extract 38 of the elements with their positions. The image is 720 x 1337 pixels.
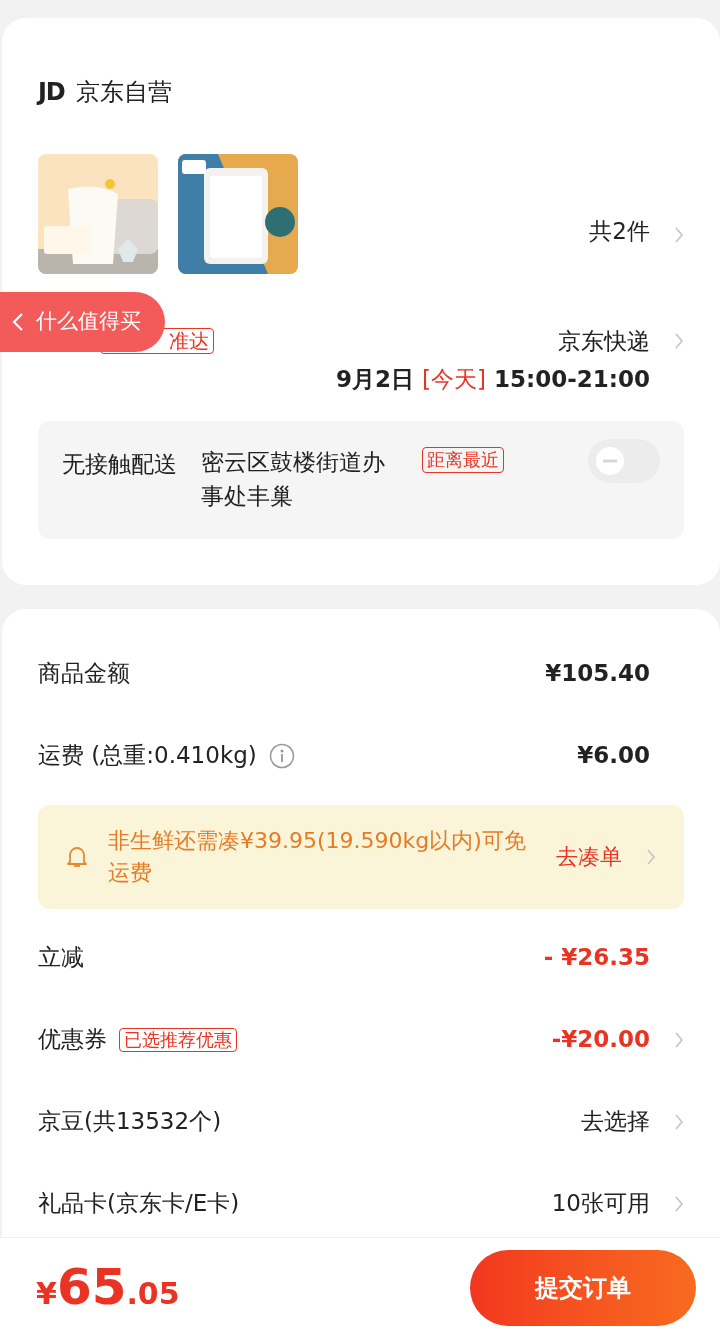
pickup-station: 密云区鼓楼街道办事处丰巢 [201,447,386,511]
chevron-right-icon [674,332,684,350]
row-value[interactable]: -¥20.00 [551,1022,650,1057]
row-label: 礼品卡(京东卡/E卡) [38,1189,240,1219]
coupon-tag: 已选推荐优惠 [119,1027,237,1052]
chevron-right-icon [646,847,656,866]
bell-icon [66,844,88,869]
row-value: ¥6.00 [577,741,650,771]
row-label: 优惠券 [38,1025,107,1055]
currency-symbol: ¥ [36,1276,57,1313]
chevron-right-icon [674,1194,684,1213]
info-icon[interactable] [268,742,295,769]
contactless-label: 无接触配送 [62,449,177,479]
notice-text: 非生鲜还需凑¥39.95(19.590kg以内)可免运费 [108,826,527,887]
total-decimal: .05 [126,1275,180,1313]
chevron-right-icon [674,1112,684,1131]
row-value[interactable]: 10张可用 [551,1186,650,1221]
add-items-link[interactable]: 去凑单 [556,840,622,873]
row-value: - ¥26.35 [543,943,650,973]
toggle-switch[interactable] [588,438,660,483]
switch-knob [594,444,626,477]
nearest-tag: 距离最近 [422,446,504,473]
row-label: 商品金额 [38,659,130,689]
chevron-right-icon [674,226,684,244]
today-label: [今天] [422,365,487,394]
delivery-time: 15:00-21:00 [494,365,650,394]
row-label: 运费 (总重:0.410kg) [38,741,257,771]
row-label: 京豆(共13532个) [38,1107,222,1137]
row-label: 立减 [38,943,84,973]
store-name: 京东自营 [76,77,173,108]
chevron-right-icon [674,1030,684,1049]
item-count[interactable]: 共2件 [589,213,650,248]
delivery-date: 9月2日 [336,365,415,394]
carrier-name[interactable]: 京东快递 [558,323,650,359]
total-integer: 65 [56,1257,127,1318]
store-logo: JD [38,77,65,108]
row-value: ¥105.40 [545,659,650,689]
row-value[interactable]: 去选择 [581,1104,650,1139]
